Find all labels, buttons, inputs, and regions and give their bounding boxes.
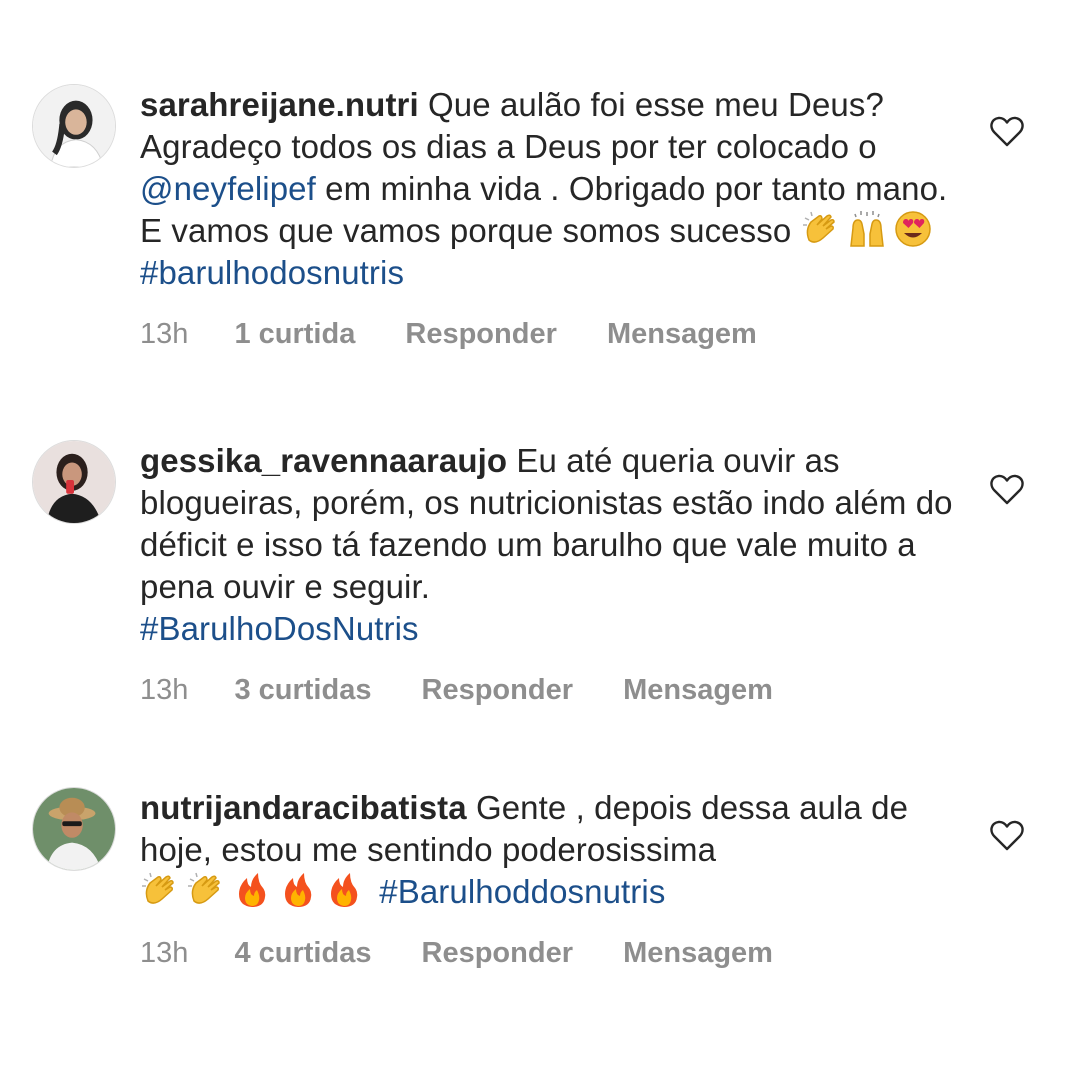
likes-count-button[interactable]: 1 curtida	[234, 316, 355, 352]
message-button[interactable]: Mensagem	[607, 316, 757, 352]
raising-hands-icon	[847, 210, 887, 248]
fire-icon	[232, 871, 272, 909]
comment-body: nutrijandaracibatista Gente , depois des…	[140, 787, 960, 971]
comment-username[interactable]: sarahreijane.nutri	[140, 86, 419, 123]
likes-count-button[interactable]: 4 curtidas	[234, 935, 371, 971]
clapping-hands-icon	[801, 210, 841, 248]
avatar[interactable]	[32, 787, 116, 871]
hashtag-link[interactable]: #Barulhoddosnutris	[379, 873, 665, 910]
like-heart-icon[interactable]	[990, 474, 1024, 506]
message-button[interactable]: Mensagem	[623, 935, 773, 971]
hashtag-link[interactable]: #BarulhoDosNutris	[140, 610, 419, 647]
comment-timestamp: 13h	[140, 937, 189, 969]
comment-text: nutrijandaracibatista Gente , depois des…	[140, 787, 960, 913]
avatar[interactable]	[32, 84, 116, 168]
reply-button[interactable]: Responder	[422, 672, 573, 708]
mention-link[interactable]: @neyfelipef	[140, 170, 316, 207]
heart-eyes-icon	[893, 210, 933, 248]
comment-timestamp: 13h	[140, 318, 189, 350]
comment-body: sarahreijane.nutri Que aulão foi esse me…	[140, 84, 960, 352]
fire-icon	[324, 871, 364, 909]
clapping-hands-icon	[186, 871, 226, 909]
comment-username[interactable]: nutrijandaracibatista	[140, 789, 467, 826]
likes-count-button[interactable]: 3 curtidas	[234, 672, 371, 708]
avatar[interactable]	[32, 440, 116, 524]
comment-actions: 13h 1 curtida Responder Mensagem	[140, 316, 960, 352]
message-button[interactable]: Mensagem	[623, 672, 773, 708]
hashtag-link[interactable]: #barulhodosnutris	[140, 254, 404, 291]
fire-icon	[278, 871, 318, 909]
reply-button[interactable]: Responder	[422, 935, 573, 971]
comment-timestamp: 13h	[140, 674, 189, 706]
like-heart-icon[interactable]	[990, 116, 1024, 148]
comment-actions: 13h 4 curtidas Responder Mensagem	[140, 935, 960, 971]
reply-button[interactable]: Responder	[405, 316, 556, 352]
clapping-hands-icon	[140, 871, 180, 909]
comment-text: gessika_ravennaaraujo Eu até queria ouvi…	[140, 440, 960, 650]
comment-username[interactable]: gessika_ravennaaraujo	[140, 442, 507, 479]
like-heart-icon[interactable]	[990, 820, 1024, 852]
comment-actions: 13h 3 curtidas Responder Mensagem	[140, 672, 960, 708]
comment-body: gessika_ravennaaraujo Eu até queria ouvi…	[140, 440, 960, 708]
comment-text: sarahreijane.nutri Que aulão foi esse me…	[140, 84, 960, 294]
